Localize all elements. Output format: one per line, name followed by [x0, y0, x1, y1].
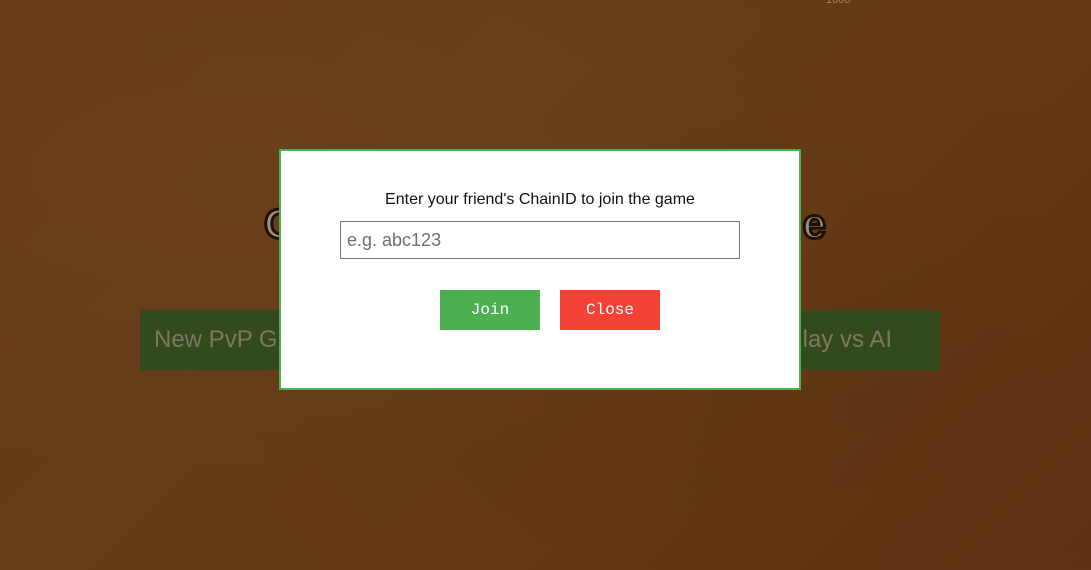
modal-prompt-label: Enter your friend's ChainID to join the … [385, 191, 695, 208]
chainid-input[interactable] [340, 221, 740, 259]
close-button[interactable]: Close [560, 290, 660, 330]
join-game-modal: Enter your friend's ChainID to join the … [279, 149, 801, 390]
join-button[interactable]: Join [440, 290, 540, 330]
